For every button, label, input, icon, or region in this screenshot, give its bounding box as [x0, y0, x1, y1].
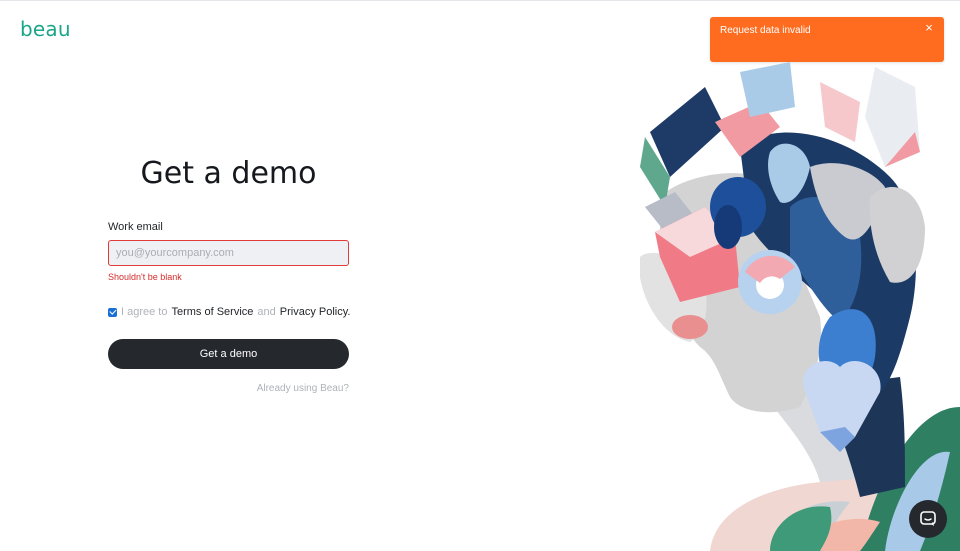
privacy-link[interactable]: Privacy Policy. — [280, 306, 351, 318]
brand-logo[interactable]: beau — [20, 17, 71, 41]
agree-conjunction: and — [257, 306, 276, 318]
agree-row: I agree to Terms of Service and Privacy … — [108, 305, 354, 319]
agree-checkbox[interactable] — [108, 307, 117, 317]
agree-prefix: I agree to — [121, 306, 168, 318]
email-field[interactable] — [108, 240, 349, 266]
chat-bubble-icon — [920, 511, 936, 526]
email-label: Work email — [108, 221, 163, 233]
close-icon[interactable]: × — [922, 21, 936, 35]
illustration-head — [640, 62, 960, 551]
get-demo-button[interactable]: Get a demo — [108, 339, 349, 369]
chat-launcher-button[interactable] — [909, 500, 947, 538]
toast-message: Request data invalid — [720, 25, 811, 36]
error-toast: Request data invalid × — [710, 17, 944, 62]
terms-link[interactable]: Terms of Service — [171, 306, 253, 318]
email-error-text: Shouldn't be blank — [108, 272, 182, 282]
page-title: Get a demo — [140, 156, 317, 191]
already-using-link[interactable]: Already using Beau? — [108, 383, 349, 394]
